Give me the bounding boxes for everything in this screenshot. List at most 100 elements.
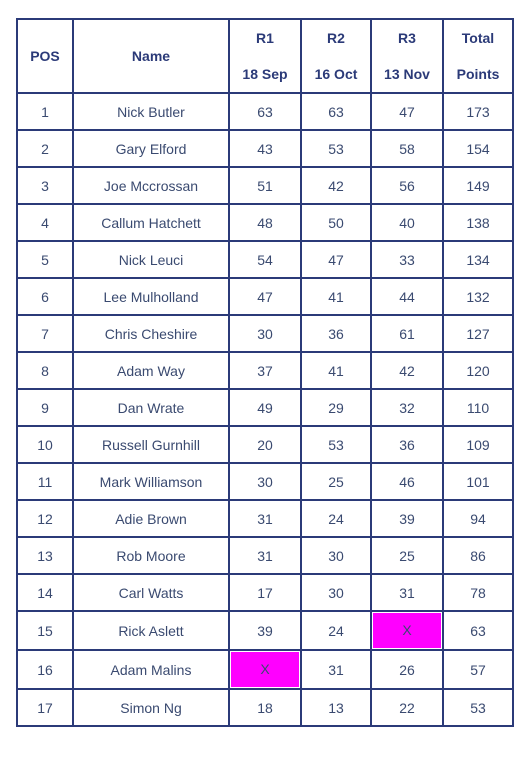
cell-total: 94 [442,499,514,538]
cell-r2: 47 [300,240,372,279]
table-row: 7 Chris Cheshire 30 36 61 127 [16,314,514,353]
table-row: 1 Nick Butler 63 63 47 173 [16,92,514,131]
cell-pos: 4 [16,203,74,242]
cell-total: 109 [442,425,514,464]
cell-total: 138 [442,203,514,242]
cell-name: Nick Butler [72,92,230,131]
cell-total: 154 [442,129,514,168]
cell-pos: 2 [16,129,74,168]
cell-pos: 16 [16,649,74,690]
cell-r3: 33 [370,240,444,279]
table-row: 10 Russell Gurnhill 20 53 36 109 [16,425,514,464]
cell-r1: 31 [228,536,302,575]
table-row: 3 Joe Mccrossan 51 42 56 149 [16,166,514,205]
cell-r1: 43 [228,129,302,168]
cell-pos: 14 [16,573,74,612]
header-r3-date: 13 Nov [384,66,430,82]
header-name: Name [72,18,230,94]
cell-r1: 17 [228,573,302,612]
header-pos: POS [16,18,74,94]
header-r3-round: R3 [398,30,416,46]
cell-r2: 24 [300,499,372,538]
table-row: 13 Rob Moore 31 30 25 86 [16,536,514,575]
header-row: POS Name R1 18 Sep R2 16 Oct R3 13 Nov T… [16,18,514,94]
cell-total: 53 [442,688,514,727]
cell-r1: 31 [228,499,302,538]
cell-total: 78 [442,573,514,612]
cell-name: Adam Way [72,351,230,390]
table-row: 5 Nick Leuci 54 47 33 134 [16,240,514,279]
cell-r2: 24 [300,610,372,651]
cell-r2: 13 [300,688,372,727]
cell-r2: 42 [300,166,372,205]
table-row: 16 Adam Malins X 31 26 57 [16,649,514,690]
header-r1-date: 18 Sep [242,66,288,82]
table-row: 2 Gary Elford 43 53 58 154 [16,129,514,168]
cell-r3: 25 [370,536,444,575]
cell-name: Russell Gurnhill [72,425,230,464]
cell-pos: 1 [16,92,74,131]
cell-r1: 63 [228,92,302,131]
cell-name: Rob Moore [72,536,230,575]
cell-r2: 50 [300,203,372,242]
cell-name: Gary Elford [72,129,230,168]
cell-r1: 39 [228,610,302,651]
cell-pos: 8 [16,351,74,390]
cell-r1: 37 [228,351,302,390]
cell-pos: 6 [16,277,74,316]
cell-r2: 41 [300,277,372,316]
cell-r1: 54 [228,240,302,279]
cell-r3: 39 [370,499,444,538]
cell-r1: 20 [228,425,302,464]
cell-pos: 7 [16,314,74,353]
cell-pos: 12 [16,499,74,538]
cell-r3: 26 [370,649,444,690]
table-row: 11 Mark Williamson 30 25 46 101 [16,462,514,501]
table-row: 9 Dan Wrate 49 29 32 110 [16,388,514,427]
cell-name: Dan Wrate [72,388,230,427]
table-row: 15 Rick Aslett 39 24 X 63 [16,610,514,651]
cell-total: 63 [442,610,514,651]
header-r2: R2 16 Oct [300,18,372,94]
cell-name: Carl Watts [72,573,230,612]
cell-r3: 22 [370,688,444,727]
cell-r3: 40 [370,203,444,242]
cell-name: Nick Leuci [72,240,230,279]
table-row: 8 Adam Way 37 41 42 120 [16,351,514,390]
cell-pos: 10 [16,425,74,464]
cell-name: Adie Brown [72,499,230,538]
table-row: 6 Lee Mulholland 47 41 44 132 [16,277,514,316]
cell-total: 127 [442,314,514,353]
cell-r2: 29 [300,388,372,427]
table-row: 12 Adie Brown 31 24 39 94 [16,499,514,538]
header-total: Total Points [442,18,514,94]
cell-r1: 48 [228,203,302,242]
cell-total: 57 [442,649,514,690]
cell-total: 101 [442,462,514,501]
cell-total: 149 [442,166,514,205]
cell-r2: 30 [300,536,372,575]
header-r1: R1 18 Sep [228,18,302,94]
cell-r3: 61 [370,314,444,353]
standings-table: POS Name R1 18 Sep R2 16 Oct R3 13 Nov T… [16,18,514,727]
cell-r3: 31 [370,573,444,612]
cell-total: 173 [442,92,514,131]
cell-r2: 53 [300,129,372,168]
cell-r2: 63 [300,92,372,131]
cell-name: Mark Williamson [72,462,230,501]
table-row: 4 Callum Hatchett 48 50 40 138 [16,203,514,242]
cell-r3: 32 [370,388,444,427]
cell-pos: 5 [16,240,74,279]
cell-r3: 47 [370,92,444,131]
cell-r2: 53 [300,425,372,464]
cell-total: 132 [442,277,514,316]
cell-r3: 44 [370,277,444,316]
cell-r1-missed: X [228,649,302,690]
cell-r2: 41 [300,351,372,390]
cell-total: 134 [442,240,514,279]
cell-name: Lee Mulholland [72,277,230,316]
header-total-line1: Total [461,30,495,46]
cell-r1: 30 [228,462,302,501]
cell-name: Simon Ng [72,688,230,727]
cell-r3: 42 [370,351,444,390]
